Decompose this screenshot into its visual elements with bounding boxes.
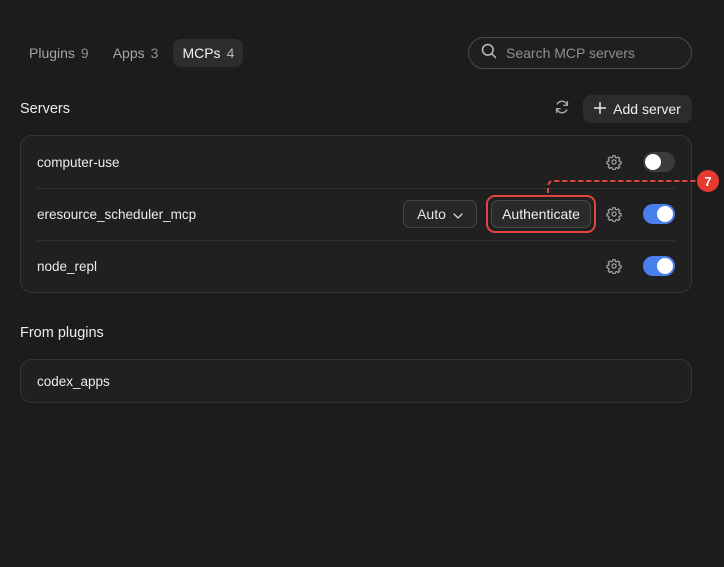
category-tabs: Plugins 9 Apps 3 MCPs 4 (20, 39, 244, 67)
chevron-down-icon (453, 206, 463, 222)
gear-icon[interactable] (605, 257, 623, 275)
gear-icon[interactable] (605, 205, 623, 223)
server-row: eresource_scheduler_mcp Auto Authenticat… (21, 188, 691, 240)
tab-apps[interactable]: Apps 3 (104, 39, 168, 67)
annotation-badge: 7 (697, 170, 719, 192)
tab-count: 4 (226, 45, 235, 61)
toggle-knob (657, 206, 673, 222)
tab-label: Plugins (29, 45, 75, 61)
server-name: computer-use (37, 154, 120, 170)
refresh-button[interactable] (549, 96, 575, 122)
server-name: node_repl (37, 258, 98, 274)
plugins-heading: From plugins (20, 325, 104, 341)
gear-icon[interactable] (605, 153, 623, 171)
server-enabled-toggle[interactable] (643, 256, 675, 276)
authenticate-button[interactable]: Authenticate (491, 200, 591, 228)
server-row: computer-use (21, 136, 691, 188)
server-enabled-toggle[interactable] (643, 152, 675, 172)
search-input[interactable] (506, 45, 679, 61)
plus-icon (593, 101, 607, 117)
tab-plugins[interactable]: Plugins 9 (20, 39, 98, 67)
authenticate-highlight: Authenticate (486, 195, 596, 233)
server-row: node_repl (21, 240, 691, 292)
auth-mode-label: Auto (417, 206, 446, 222)
refresh-icon (554, 99, 570, 120)
tab-label: Apps (112, 45, 145, 61)
mcp-settings-page: Plugins 9 Apps 3 MCPs 4 Servers (0, 0, 724, 567)
toggle-knob (657, 258, 673, 274)
search-icon (481, 43, 497, 64)
tab-mcps[interactable]: MCPs 4 (173, 39, 244, 67)
add-server-button[interactable]: Add server (583, 95, 692, 123)
add-server-label: Add server (613, 101, 681, 117)
plugin-servers-list: codex_apps (20, 359, 692, 403)
tab-count: 9 (80, 45, 89, 61)
server-name: eresource_scheduler_mcp (37, 206, 197, 222)
auth-mode-dropdown[interactable]: Auto (403, 200, 477, 228)
tab-label: MCPs (182, 45, 221, 61)
server-enabled-toggle[interactable] (643, 204, 675, 224)
servers-list: computer-use eresource_scheduler_mcp Aut… (20, 135, 692, 293)
search-box (468, 37, 692, 69)
server-name: codex_apps (37, 373, 110, 389)
plugin-server-row[interactable]: codex_apps (21, 360, 691, 402)
servers-heading: Servers (20, 101, 70, 117)
tab-count: 3 (150, 45, 159, 61)
toggle-knob (645, 154, 661, 170)
